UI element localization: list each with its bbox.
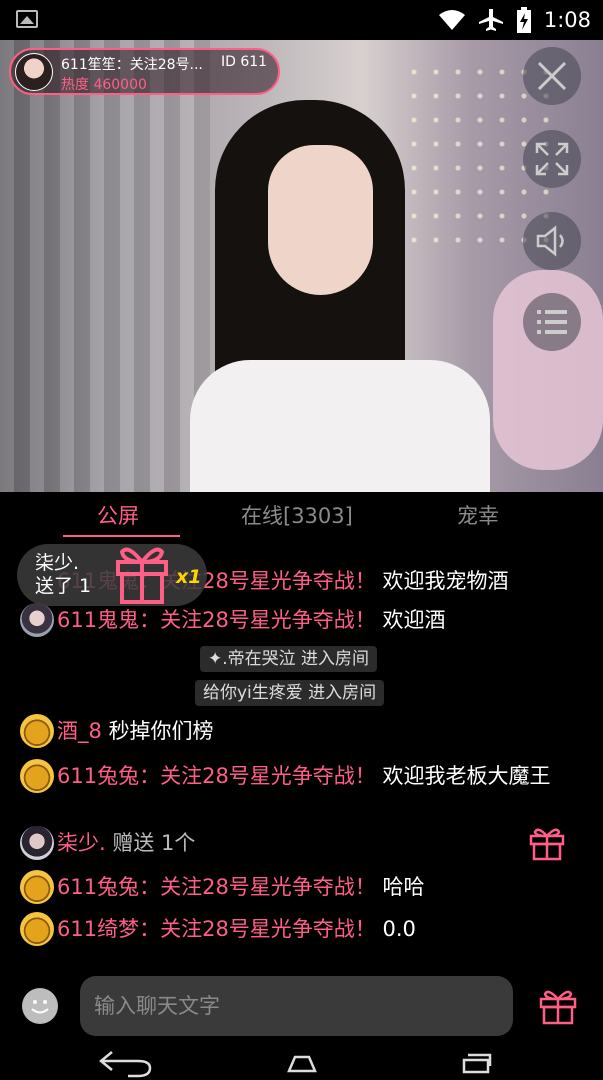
avatar[interactable] — [20, 714, 54, 748]
back-icon[interactable] — [98, 1048, 154, 1078]
tab-bar: 公屏 在线[3303] 宠幸 — [0, 492, 603, 538]
avatar[interactable] — [20, 870, 54, 904]
volume-button[interactable] — [523, 212, 581, 270]
emoji-button[interactable] — [22, 988, 58, 1024]
status-bar: 1:08 — [0, 0, 603, 40]
host-id: ID 611 — [221, 54, 268, 70]
emoji-icon — [31, 1000, 49, 1014]
gift-icon — [116, 547, 168, 604]
airplane-icon — [478, 9, 503, 31]
live-video[interactable] — [0, 40, 603, 492]
avatar[interactable] — [20, 759, 54, 793]
chat-text: 欢迎我老板大魔王 — [382, 764, 551, 788]
navigation-bar — [0, 1044, 603, 1080]
host-avatar[interactable] — [15, 53, 53, 91]
chat-text: 秒掉你们榜 — [108, 719, 214, 743]
system-notice: ✦.帝在哭泣 进入房间 — [200, 646, 378, 672]
gift-notification-text: 柒少. 送了 1 — [35, 552, 91, 598]
avatar[interactable] — [20, 826, 54, 860]
host-heat: 热度 460000 — [61, 77, 147, 93]
gift-sent-count: 送了 1 — [35, 575, 92, 597]
tab-public-chat[interactable]: 公屏 — [97, 500, 139, 530]
status-icons: 1:08 — [438, 6, 591, 34]
tab-favor[interactable]: 宠幸 — [457, 500, 499, 530]
chat-username[interactable]: 611兔兔：关注28号星光争夺战！ — [57, 875, 376, 899]
battery-icon — [516, 7, 531, 33]
host-info-pill[interactable]: 611笙笙：关注28号... ID 611 热度 460000 — [9, 48, 280, 95]
system-notice: 给你yi生疼爱 进入房间 — [195, 680, 385, 706]
clock: 1:08 — [543, 8, 591, 32]
menu-button[interactable] — [523, 293, 581, 351]
video-streamer-body — [190, 360, 490, 492]
chat-text: 0.0 — [382, 917, 416, 941]
wifi-icon — [438, 10, 465, 30]
host-name: 611笙笙：关注28号... — [61, 57, 203, 73]
close-icon — [537, 61, 567, 91]
home-icon[interactable] — [286, 1054, 318, 1074]
close-button[interactable] — [523, 47, 581, 105]
avatar[interactable] — [20, 912, 54, 946]
chat-input[interactable] — [80, 976, 513, 1036]
recents-icon[interactable] — [462, 1052, 492, 1074]
chat-username[interactable]: 611兔兔：关注28号星光争夺战！ — [57, 764, 376, 788]
volume-icon — [536, 225, 564, 257]
chat-text: 欢迎酒 — [382, 608, 446, 632]
chat-username[interactable]: 611鬼鬼：关注28号星光争夺战！ — [57, 608, 376, 632]
tab-active-indicator — [63, 535, 180, 537]
gift-icon — [529, 828, 565, 861]
image-icon — [16, 10, 38, 28]
gift-button[interactable] — [538, 986, 578, 1026]
chat-text: 赠送 1个 — [112, 831, 196, 855]
chat-username[interactable]: 柒少. — [57, 831, 106, 855]
gift-combo-count: x1 — [176, 566, 202, 588]
fullscreen-icon — [535, 142, 569, 176]
chat-input-bar — [0, 968, 603, 1044]
avatar[interactable] — [20, 603, 54, 637]
tab-online[interactable]: 在线[3303] — [241, 500, 353, 530]
chat-username[interactable]: 酒_8 — [57, 719, 102, 743]
chat-text: 哈哈 — [382, 875, 425, 899]
fullscreen-button[interactable] — [523, 130, 581, 188]
chat-username[interactable]: 611绮梦：关注28号星光争夺战！ — [57, 917, 376, 941]
menu-icon — [537, 310, 567, 334]
video-background — [0, 40, 210, 492]
chat-text: 欢迎我宠物酒 — [382, 569, 509, 593]
video-streamer-face — [268, 145, 373, 295]
gift-sender: 柒少. — [35, 552, 80, 574]
